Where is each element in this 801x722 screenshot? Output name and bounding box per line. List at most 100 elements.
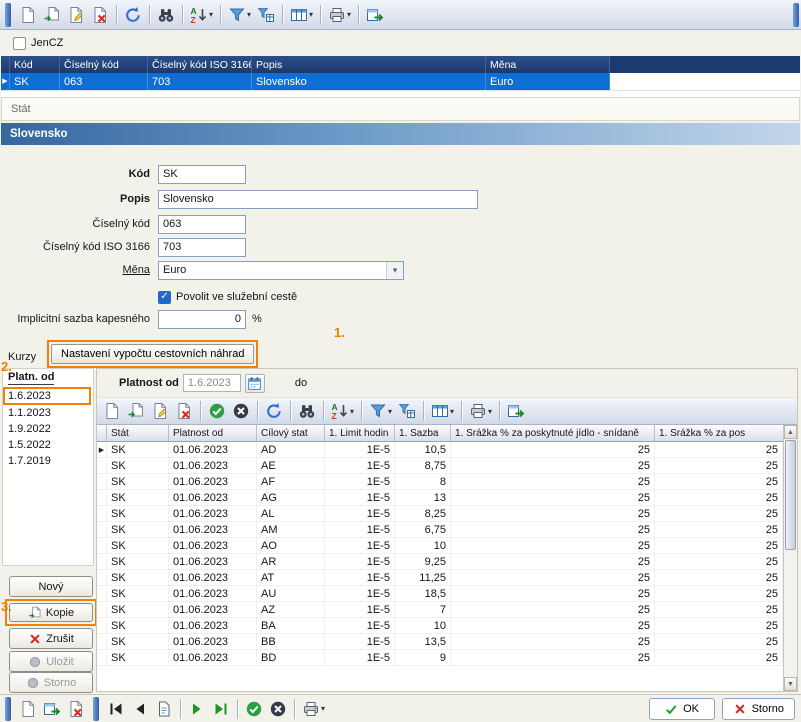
print-button[interactable]: ▾ [325,3,354,27]
toolbar-grip[interactable] [93,697,99,721]
grid-row[interactable]: SK01.06.2023AM1E-56,752525 [97,522,783,538]
povolit-checkbox[interactable]: ✓ [158,291,171,304]
export-button[interactable] [363,3,387,27]
refresh-button[interactable] [121,3,145,27]
nastaveni-vypoctu-button[interactable]: Nastavení vypočtu cestovních náhrad [51,344,254,364]
grid-row[interactable]: ▶SK01.06.2023AD1E-510,52525 [97,442,783,458]
scrollbar-thumb[interactable] [785,440,796,550]
column-header-limit-hodin[interactable]: 1. Limit hodin [325,425,395,441]
column-header-iso[interactable]: Číselný kód ISO 3166 [148,56,252,73]
dropdown-arrow-icon[interactable]: ▾ [488,407,492,416]
column-header-sazba[interactable]: 1. Sazba [395,425,451,441]
calendar-button[interactable] [245,374,265,393]
column-header-srazka-2[interactable]: 1. Srážka % za pos [655,425,797,441]
vertical-scrollbar[interactable]: ▲ ▼ [783,425,797,691]
edit-button[interactable] [148,399,172,423]
country-grid-selected-row[interactable]: ▶ SK 063 703 Slovensko Euro [1,73,800,90]
grid-row[interactable]: SK01.06.2023AO1E-5102525 [97,538,783,554]
filter-settings-button[interactable] [395,399,419,423]
kurz-date-item[interactable]: 1.1.2023 [3,405,93,421]
kurz-date-item[interactable]: 1.9.2022 [3,421,93,437]
cancel-button[interactable] [229,399,253,423]
jencz-checkbox[interactable] [13,37,26,50]
dropdown-arrow-icon[interactable]: ▾ [350,407,354,416]
column-header-mena[interactable]: Měna [486,56,610,73]
new-button[interactable] [16,3,40,27]
toolbar-grip-right[interactable] [793,3,799,27]
export-button[interactable] [504,399,528,423]
new-button[interactable] [100,399,124,423]
next-button[interactable] [185,698,209,720]
dropdown-arrow-icon[interactable]: ▾ [309,10,313,19]
sort-az-button[interactable]: AZ▾ [187,3,216,27]
columns-button[interactable]: ▾ [428,399,457,423]
grid-row[interactable]: SK01.06.2023AG1E-5132525 [97,490,783,506]
cancel-button[interactable] [266,698,290,720]
dropdown-arrow-icon[interactable]: ▾ [347,10,351,19]
platnost-od-input[interactable] [183,374,241,392]
dropdown-arrow-icon[interactable]: ▾ [450,407,454,416]
kurz-date-item[interactable]: 1.5.2022 [3,437,93,453]
grid-row[interactable]: SK01.06.2023AL1E-58,252525 [97,506,783,522]
scroll-up-icon[interactable]: ▲ [784,425,797,439]
last-button[interactable] [209,698,233,720]
filter-button[interactable]: ▾ [225,3,254,27]
kapesne-input[interactable] [158,310,246,329]
column-header-stat[interactable]: Stát [107,425,169,441]
new-button[interactable] [16,698,40,720]
ok-button[interactable]: OK [649,698,715,720]
first-button[interactable] [104,698,128,720]
grid-row[interactable]: SK01.06.2023AF1E-582525 [97,474,783,490]
kurz-date-item[interactable]: 1.7.2019 [3,453,93,469]
copy-button[interactable] [124,399,148,423]
print-button[interactable]: ▾ [299,698,328,720]
grid-row[interactable]: SK01.06.2023AT1E-511,252525 [97,570,783,586]
prev-button[interactable] [128,698,152,720]
column-header-popis[interactable]: Popis [252,56,486,73]
grid-row[interactable]: SK01.06.2023BD1E-592525 [97,650,783,666]
column-header-platnost-od[interactable]: Platnost od [169,425,257,441]
chevron-down-icon[interactable]: ▾ [386,262,403,279]
scroll-down-icon[interactable]: ▼ [784,677,797,691]
kopie-button[interactable]: Kopie [9,603,93,622]
column-header-ciselny-kod[interactable]: Číselný kód [60,56,148,73]
zrusit-button[interactable]: Zrušit [9,628,93,649]
column-header-cilovy-stat[interactable]: Cílový stat [257,425,325,441]
popis-input[interactable] [158,190,478,209]
grid-row[interactable]: SK01.06.2023AE1E-58,752525 [97,458,783,474]
delete-button[interactable] [172,399,196,423]
search-button[interactable] [295,399,319,423]
kurz-date-item[interactable]: 1.6.2023 [3,387,91,405]
novy-button[interactable]: Nový [9,576,93,597]
storno-button[interactable]: Storno [722,698,795,720]
ciselny-kod-input[interactable] [158,215,246,234]
grid-row[interactable]: SK01.06.2023AR1E-59,252525 [97,554,783,570]
mena-label[interactable]: Měna [0,264,158,276]
sort-az-button[interactable]: AZ▾ [328,399,357,423]
mena-select[interactable]: Euro ▾ [158,261,404,280]
grid-row[interactable]: SK01.06.2023AU1E-518,52525 [97,586,783,602]
grid-row[interactable]: SK01.06.2023AZ1E-572525 [97,602,783,618]
copy-button[interactable] [40,3,64,27]
grid-row[interactable]: SK01.06.2023BB1E-513,52525 [97,634,783,650]
dropdown-arrow-icon[interactable]: ▾ [209,10,213,19]
record-button[interactable] [152,698,176,720]
apply-button[interactable] [205,399,229,423]
dropdown-arrow-icon[interactable]: ▾ [321,704,325,713]
filter-button[interactable]: ▾ [366,399,395,423]
grid-row[interactable]: SK01.06.2023BA1E-5102525 [97,618,783,634]
edit-button[interactable] [64,3,88,27]
export-button[interactable] [40,698,64,720]
iso-input[interactable] [158,238,246,257]
filter-settings-button[interactable] [254,3,278,27]
apply-button[interactable] [242,698,266,720]
refresh-button[interactable] [262,399,286,423]
dropdown-arrow-icon[interactable]: ▾ [388,407,392,416]
columns-button[interactable]: ▾ [287,3,316,27]
delete-button[interactable] [88,3,112,27]
column-header-kod[interactable]: Kód [10,56,60,73]
column-header-srazka-snidane[interactable]: 1. Srážka % za poskytnuté jídlo - snídan… [451,425,655,441]
kod-input[interactable] [158,165,246,184]
print-button[interactable]: ▾ [466,399,495,423]
toolbar-grip[interactable] [5,3,11,27]
